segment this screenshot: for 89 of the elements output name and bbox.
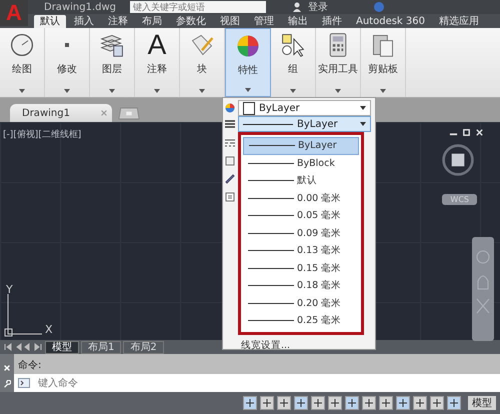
- layers-icon: [99, 32, 125, 58]
- status-toggle-icon[interactable]: [413, 396, 427, 410]
- color-wheel-icon: [225, 103, 235, 113]
- group-select-icon: [280, 32, 306, 58]
- caret-icon[interactable]: [154, 89, 160, 93]
- lineweight-option[interactable]: 0.09 毫米: [243, 224, 359, 242]
- caret-icon[interactable]: [290, 89, 296, 93]
- lineweight-option[interactable]: 默认: [243, 172, 359, 190]
- new-tab-icon[interactable]: [118, 107, 140, 120]
- layout-tab[interactable]: 布局1: [81, 340, 122, 354]
- status-toggle-icon[interactable]: [396, 396, 410, 410]
- model-button[interactable]: 模型: [468, 396, 496, 410]
- lineweight-option[interactable]: 0.00 毫米: [243, 190, 359, 207]
- status-toggle-icon[interactable]: [311, 396, 325, 410]
- ribbon-panel-button[interactable]: A 注释: [135, 28, 180, 97]
- ribbon-panel-button[interactable]: 特性: [225, 28, 271, 97]
- status-toggle-icon[interactable]: [362, 396, 376, 410]
- ribbon-panel-button[interactable]: 图层: [90, 28, 135, 97]
- ribbon-panel-button[interactable]: 修改: [45, 28, 90, 97]
- ribbon-tab[interactable]: 默认: [34, 15, 66, 28]
- ribbon-tab[interactable]: 参数化: [170, 15, 212, 28]
- color-wheel-icon: [235, 33, 261, 59]
- caret-icon[interactable]: [245, 88, 251, 92]
- ribbon-panel-button[interactable]: 实用工具: [316, 28, 361, 97]
- status-toggle-icon[interactable]: [328, 396, 342, 410]
- ribbon-tab[interactable]: 视图: [214, 15, 246, 28]
- viewcube-icon[interactable]: [440, 142, 476, 178]
- lineweight-option[interactable]: 0.18 毫米: [243, 277, 359, 294]
- viewport-label[interactable]: [-][俯视][二维线框]: [3, 128, 82, 141]
- text-icon: A: [148, 32, 166, 58]
- lineweight-option[interactable]: 0.25 毫米: [243, 312, 359, 330]
- lineweight-option[interactable]: 0.05 毫米: [243, 207, 359, 224]
- ribbon-tab[interactable]: 注释: [102, 15, 134, 28]
- ribbon-tab[interactable]: Autodesk 360: [350, 15, 431, 28]
- prompt-icon: [18, 378, 30, 388]
- lineweight-option[interactable]: ByBlock: [243, 154, 359, 172]
- document-tab[interactable]: Drawing1: [10, 104, 112, 122]
- window-title: Drawing1.dwg: [44, 2, 117, 12]
- caret-icon[interactable]: [335, 89, 341, 93]
- ribbon-panel-button[interactable]: 绘图: [0, 28, 45, 97]
- caret-icon[interactable]: [360, 106, 366, 110]
- caret-icon[interactable]: [380, 89, 386, 93]
- match-properties-icon: [225, 174, 235, 184]
- caret-icon[interactable]: [199, 89, 205, 93]
- lineweight-dropdown[interactable]: ByLayer: [238, 116, 371, 132]
- lineweight-icon: [225, 119, 235, 129]
- transparency-icon: [225, 156, 235, 166]
- point-icon: [62, 40, 72, 50]
- ribbon-panel-button[interactable]: 剪贴板: [361, 28, 406, 97]
- layout-tab[interactable]: 布局2: [123, 340, 164, 354]
- color-dropdown[interactable]: ByLayer: [238, 100, 371, 116]
- caret-icon[interactable]: [109, 89, 115, 93]
- axis-label: X: [45, 323, 53, 336]
- search-field[interactable]: 键入关键字或短语: [130, 1, 266, 13]
- status-toggle-icon[interactable]: [430, 396, 444, 410]
- wrench-icon[interactable]: [3, 380, 11, 388]
- status-toggle-icon[interactable]: [294, 396, 308, 410]
- caret-icon[interactable]: [19, 89, 25, 93]
- status-toggle-icon[interactable]: [260, 396, 274, 410]
- command-history: 命令:: [17, 359, 42, 373]
- restore-icon[interactable]: [462, 128, 471, 137]
- ribbon-tab[interactable]: 管理: [248, 15, 280, 28]
- circle-icon: [9, 32, 35, 58]
- command-line-handle[interactable]: [0, 354, 14, 392]
- lineweight-option[interactable]: 0.20 毫米: [243, 294, 359, 312]
- clipboard-icon: [370, 32, 396, 58]
- caret-icon[interactable]: [64, 89, 70, 93]
- lineweight-option[interactable]: ByLayer: [243, 137, 359, 154]
- command-input[interactable]: 键入命令: [14, 374, 500, 392]
- layout-tab[interactable]: 模型: [45, 340, 79, 354]
- status-toggle-icon[interactable]: [243, 396, 257, 410]
- axis-label: Y: [6, 283, 13, 296]
- layout-navigation-icon[interactable]: [3, 342, 43, 352]
- lineweight-option[interactable]: 0.15 毫米: [243, 260, 359, 277]
- ribbon-tab[interactable]: 输出: [282, 15, 314, 28]
- status-toggle-icon[interactable]: [447, 396, 461, 410]
- linetype-icon: [225, 138, 235, 148]
- ribbon-tab[interactable]: 插件: [316, 15, 348, 28]
- status-toggle-icon[interactable]: [345, 396, 359, 410]
- ribbon-tab[interactable]: 布局: [136, 15, 168, 28]
- status-toggle-icon[interactable]: [379, 396, 393, 410]
- ribbon-tab[interactable]: 精选应用: [432, 15, 485, 28]
- tag-pencil-icon: [189, 32, 215, 58]
- lineweight-option[interactable]: 0.13 毫米: [243, 242, 359, 260]
- status-toggle-icon[interactable]: [277, 396, 291, 410]
- ribbon-tab[interactable]: 插入: [68, 15, 100, 28]
- sign-in-link[interactable]: 登录: [308, 0, 328, 14]
- user-icon[interactable]: [292, 2, 302, 12]
- list-icon: [225, 192, 235, 202]
